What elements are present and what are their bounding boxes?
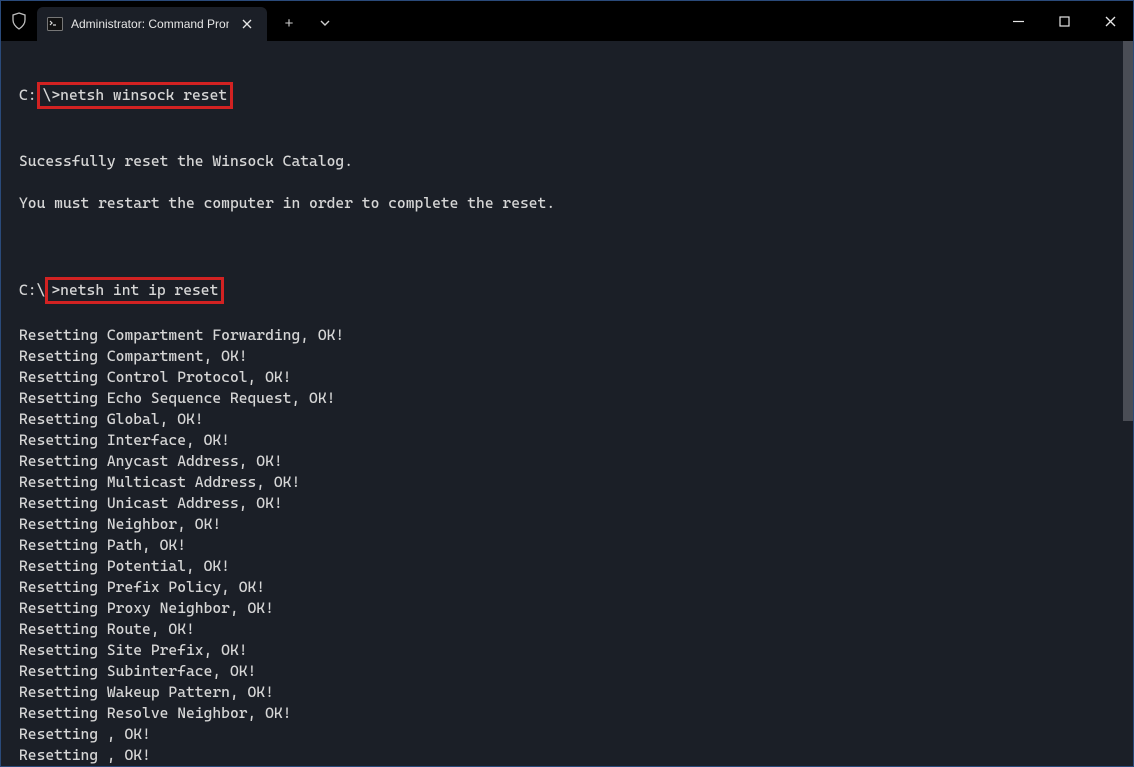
window-controls	[995, 1, 1133, 41]
output-line: You must restart the computer in order t…	[19, 193, 1115, 214]
output-line: Resetting Compartment Forwarding, OK!	[19, 325, 1115, 346]
maximize-button[interactable]	[1041, 1, 1087, 41]
minimize-button[interactable]	[995, 1, 1041, 41]
close-icon	[242, 19, 252, 29]
output-line: Resetting Global, OK!	[19, 409, 1115, 430]
output-line: Resetting Neighbor, OK!	[19, 514, 1115, 535]
prompt-line-1: C:\>netsh winsock reset	[19, 82, 1115, 109]
tab-active[interactable]: Administrator: Command Pron	[37, 7, 267, 41]
scrollbar-vertical[interactable]	[1123, 41, 1133, 766]
new-tab-button[interactable]: +	[273, 7, 305, 39]
titlebar-spacer	[341, 1, 995, 41]
output-line: Resetting Path, OK!	[19, 535, 1115, 556]
output-line: Resetting , OK!	[19, 745, 1115, 766]
prompt-line-2: C:\>netsh int ip reset	[19, 277, 1115, 304]
output-line: Resetting Proxy Neighbor, OK!	[19, 598, 1115, 619]
output-line: Resetting Unicast Address, OK!	[19, 493, 1115, 514]
close-button[interactable]	[1087, 1, 1133, 41]
terminal-pane[interactable]: C:\>netsh winsock reset Sucessfully rese…	[1, 41, 1133, 766]
chevron-down-icon	[319, 17, 331, 29]
tab-dropdown-button[interactable]	[309, 7, 341, 39]
highlight-box-1: \>netsh winsock reset	[37, 82, 234, 109]
output-line: Resetting Control Protocol, OK!	[19, 367, 1115, 388]
output-line: Resetting Multicast Address, OK!	[19, 472, 1115, 493]
app-icon-slot	[1, 1, 37, 41]
tab-close-button[interactable]	[237, 14, 257, 34]
output-line: Resetting Compartment, OK!	[19, 346, 1115, 367]
output-line: Resetting Interface, OK!	[19, 430, 1115, 451]
plus-icon: +	[285, 15, 294, 32]
output-line: Resetting Site Prefix, OK!	[19, 640, 1115, 661]
output-line: Resetting Potential, OK!	[19, 556, 1115, 577]
minimize-icon	[1013, 16, 1024, 27]
output-line: Resetting Resolve Neighbor, OK!	[19, 703, 1115, 724]
tab-controls: +	[273, 1, 341, 41]
output-line: Resetting Anycast Address, OK!	[19, 451, 1115, 472]
close-icon	[1105, 16, 1116, 27]
output-line: Resetting Wakeup Pattern, OK!	[19, 682, 1115, 703]
shield-icon	[11, 12, 27, 30]
command-text-1: netsh winsock reset	[60, 86, 227, 104]
prompt-text: C:\	[19, 281, 45, 299]
output-line: Resetting Route, OK!	[19, 619, 1115, 640]
scrollbar-thumb[interactable]	[1123, 41, 1133, 421]
maximize-icon	[1059, 16, 1070, 27]
tab-title: Administrator: Command Pron	[71, 17, 229, 31]
output-line: Resetting Echo Sequence Request, OK!	[19, 388, 1115, 409]
highlight-box-2: >netsh int ip reset	[45, 277, 224, 304]
output-line: Resetting Prefix Policy, OK!	[19, 577, 1115, 598]
reset-output-block: Resetting Compartment Forwarding, OK!Res…	[19, 325, 1115, 766]
cmd-icon	[47, 16, 63, 32]
output-line: Sucessfully reset the Winsock Catalog.	[19, 151, 1115, 172]
prompt-text: C:	[19, 86, 37, 104]
window-titlebar: Administrator: Command Pron +	[1, 1, 1133, 41]
output-line: Resetting , OK!	[19, 724, 1115, 745]
command-text-2: netsh int ip reset	[60, 281, 218, 299]
output-line: Resetting Subinterface, OK!	[19, 661, 1115, 682]
